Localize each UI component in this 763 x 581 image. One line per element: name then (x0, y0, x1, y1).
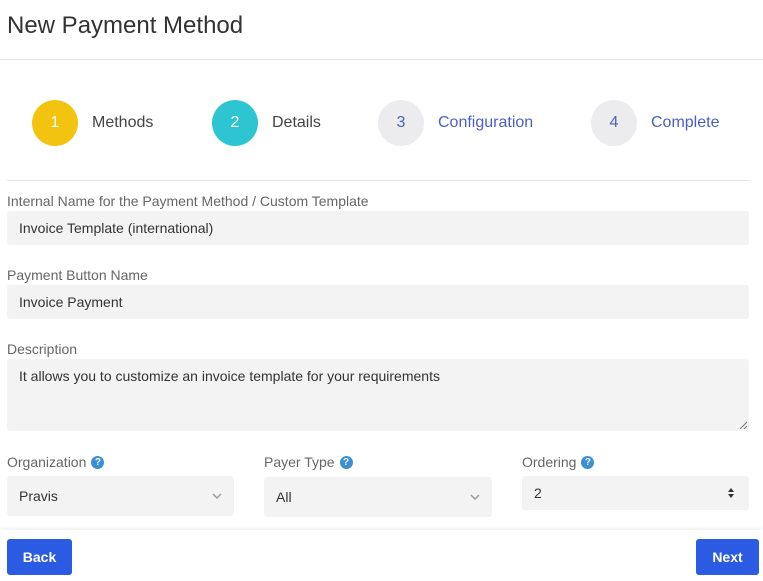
step-label-methods: Methods (92, 114, 154, 131)
organization-label-group: Organization ? (7, 454, 105, 470)
resize-grip-icon[interactable] (739, 421, 747, 429)
stepper-arrows-icon[interactable] (727, 487, 735, 499)
step-methods[interactable]: 1 Methods (32, 100, 153, 146)
step-label-details: Details (272, 114, 321, 131)
step-details[interactable]: 2 Details (212, 100, 321, 146)
step-number-2: 2 (212, 100, 258, 146)
step-label-configuration: Configuration (438, 114, 534, 131)
wizard-steps: 1 Methods 2 Details 3 Configuration 4 Co… (0, 100, 763, 146)
ordering-label: Ordering (522, 454, 577, 470)
help-icon[interactable]: ? (581, 455, 595, 469)
chevron-down-icon (470, 494, 480, 500)
internal-name-label: Internal Name for the Payment Method / C… (7, 193, 369, 209)
organization-value: Pravis (19, 488, 58, 504)
step-number-4: 4 (591, 100, 637, 146)
description-label: Description (7, 341, 78, 357)
payer-type-label-group: Payer Type ? (264, 454, 353, 470)
step-number-3: 3 (378, 100, 424, 146)
internal-name-input[interactable]: Invoice Template (international) (7, 211, 749, 245)
ordering-value: 2 (534, 485, 542, 501)
footer-bar: Back Next (0, 530, 763, 581)
description-textarea[interactable]: It allows you to customize an invoice te… (7, 359, 749, 431)
organization-label: Organization (7, 454, 87, 470)
payer-type-value: All (276, 489, 292, 505)
page-header: New Payment Method (0, 0, 763, 60)
payer-type-select[interactable]: All (264, 477, 492, 517)
next-button[interactable]: Next (696, 539, 759, 575)
organization-select[interactable]: Pravis (7, 476, 234, 516)
section-divider (7, 180, 750, 181)
step-complete[interactable]: 4 Complete (591, 100, 719, 146)
step-number-1: 1 (32, 100, 78, 146)
ordering-label-group: Ordering ? (522, 454, 595, 470)
payer-type-label: Payer Type (264, 454, 335, 470)
page-title: New Payment Method (7, 12, 244, 39)
button-name-label: Payment Button Name (7, 267, 148, 283)
help-icon[interactable]: ? (91, 455, 105, 469)
step-configuration[interactable]: 3 Configuration (378, 100, 533, 146)
description-text: It allows you to customize an invoice te… (19, 368, 440, 384)
button-name-input[interactable]: Invoice Payment (7, 285, 749, 319)
chevron-down-icon (212, 493, 222, 499)
ordering-number-input[interactable]: 2 (522, 476, 749, 510)
back-button[interactable]: Back (7, 539, 72, 575)
step-label-complete: Complete (651, 114, 720, 131)
help-icon[interactable]: ? (339, 455, 353, 469)
